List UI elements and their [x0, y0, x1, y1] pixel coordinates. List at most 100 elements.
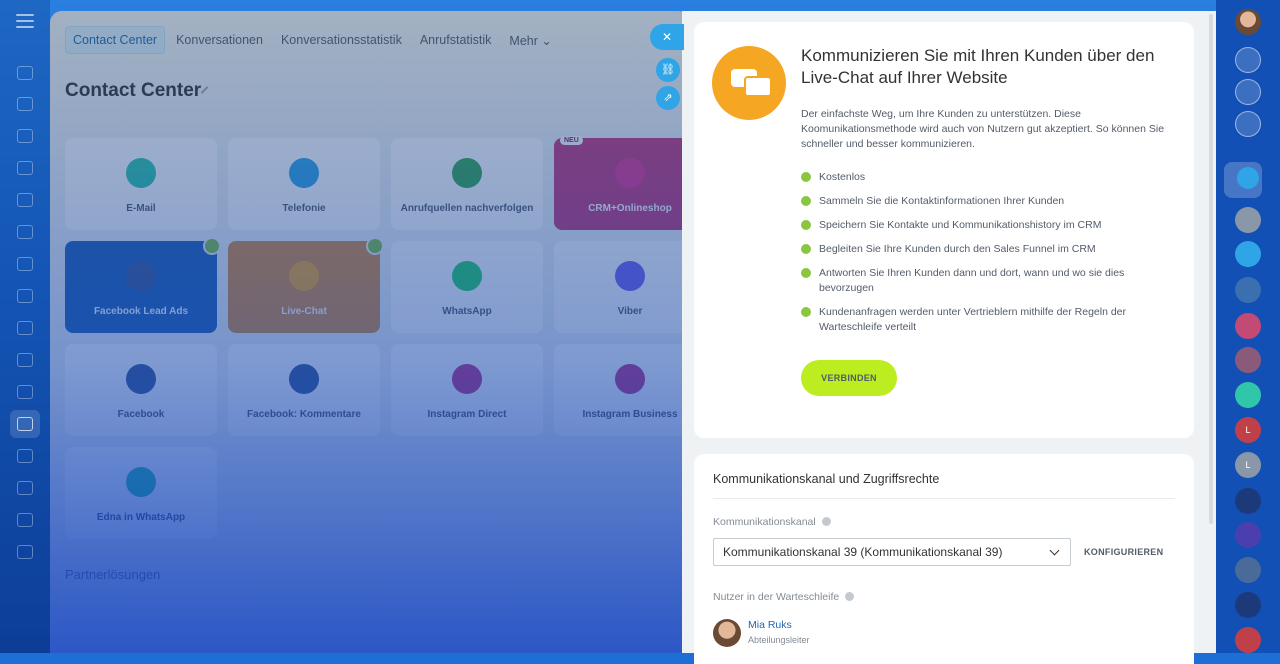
- configure-button[interactable]: KONFIGURIEREN: [1084, 547, 1163, 557]
- inventory-icon[interactable]: [17, 481, 33, 495]
- calendar-icon[interactable]: [17, 161, 33, 175]
- channel-tile[interactable]: Viber: [554, 241, 690, 333]
- channel-tile-label: Edna in WhatsApp: [96, 512, 186, 523]
- channel-tile[interactable]: CRM+Onlineshop NEU: [554, 136, 690, 230]
- channel-tile[interactable]: Edna in WhatsApp: [65, 447, 217, 539]
- mail-icon[interactable]: [17, 289, 33, 303]
- channel-tile-label: Facebook: Kommentare: [247, 409, 361, 420]
- live-chat-slider: Kommunizieren Sie mit Ihren Kunden über …: [682, 11, 1216, 664]
- facebook-icon: [126, 364, 156, 394]
- menu-icon[interactable]: [16, 14, 34, 32]
- page-title: Contact Center: [65, 80, 202, 101]
- feature-text: Antworten Sie Ihren Kunden dann und dort…: [819, 267, 1125, 294]
- connected-check-icon: [366, 237, 384, 255]
- instagram-business-icon: [615, 364, 645, 394]
- crm-icon[interactable]: [17, 257, 33, 271]
- lock-icon[interactable]: [1235, 207, 1261, 233]
- feed-icon[interactable]: [17, 97, 33, 111]
- channel-tile[interactable]: WhatsApp: [391, 241, 543, 333]
- channel-tile-label: Facebook Lead Ads: [93, 306, 189, 317]
- channel-tile[interactable]: Anrufquellen nachverfolgen: [391, 138, 543, 230]
- contact-avatar-letter[interactable]: L: [1235, 417, 1261, 443]
- feature-item: Begleiten Sie Ihre Kunden durch den Sale…: [801, 242, 1176, 257]
- employees-icon[interactable]: [17, 545, 33, 559]
- tasks-icon[interactable]: [17, 225, 33, 239]
- documents-icon[interactable]: [17, 193, 33, 207]
- connect-button[interactable]: VERBINDEN: [801, 360, 897, 396]
- search-chat-icon[interactable]: [1235, 111, 1261, 137]
- help-icon[interactable]: [821, 517, 831, 526]
- feature-text: Sammeln Sie die Kontaktinformationen Ihr…: [819, 195, 1065, 207]
- store-icon[interactable]: [17, 385, 33, 399]
- chat-icon[interactable]: [17, 129, 33, 143]
- contact-avatar[interactable]: [1235, 277, 1261, 303]
- feature-item: Kostenlos: [801, 170, 1176, 185]
- store-icon: [615, 158, 645, 188]
- tab-contact-center[interactable]: Contact Center: [65, 26, 166, 54]
- channel-tile[interactable]: Facebook Lead Ads: [65, 237, 221, 333]
- section-heading: Kommunikationskanal und Zugriffsrechte: [713, 472, 940, 486]
- connected-check-icon: [203, 237, 221, 255]
- feature-text: Begleiten Sie Ihre Kunden durch den Sale…: [819, 243, 1096, 255]
- queue-user-role: Abteilungsleiter: [748, 635, 810, 645]
- contact-avatar[interactable]: [1235, 522, 1261, 548]
- channel-tile[interactable]: Facebook: Kommentare: [228, 344, 380, 436]
- channel-select[interactable]: Kommunikationskanal 39 (Kommunikationska…: [713, 538, 1071, 566]
- copilot-icon[interactable]: [1235, 79, 1261, 105]
- tab-konversationsstatistik[interactable]: Konversationsstatistik: [274, 27, 409, 53]
- form-icon: [126, 261, 156, 291]
- slider-scrollbar[interactable]: [1209, 14, 1213, 524]
- contact-avatar[interactable]: [1235, 557, 1261, 583]
- contact-avatar[interactable]: [1235, 313, 1261, 339]
- instagram-icon: [452, 364, 482, 394]
- contact-avatar[interactable]: [1235, 488, 1261, 514]
- slider-close-icon[interactable]: ✕: [650, 24, 684, 50]
- contact-center-page: Contact Center Konversationen Konversati…: [50, 11, 690, 653]
- tab-anrufstatistik[interactable]: Anrufstatistik: [413, 27, 499, 53]
- sidebar-icon-1[interactable]: [17, 66, 33, 80]
- channel-tile[interactable]: Instagram Business: [554, 344, 690, 436]
- chat-group-avatar[interactable]: [1235, 241, 1261, 267]
- contact-avatar[interactable]: [1235, 627, 1261, 653]
- queue-label-text: Nutzer in der Warteschleife: [713, 591, 840, 603]
- notifications-icon[interactable]: [1235, 47, 1261, 73]
- tab-konversationen[interactable]: Konversationen: [169, 27, 270, 53]
- channel-tile[interactable]: E-Mail: [65, 138, 217, 230]
- channel-label-text: Kommunikationskanal: [713, 516, 816, 528]
- partner-heading: Partnerlösungen: [65, 567, 161, 582]
- analytics-icon[interactable]: [17, 449, 33, 463]
- check-icon: [801, 220, 811, 230]
- check-icon: [801, 268, 811, 278]
- contact-center-icon[interactable]: [17, 417, 33, 431]
- phone-icon: [289, 158, 319, 188]
- help-icon[interactable]: [845, 592, 855, 601]
- external-link-icon[interactable]: ⇗: [656, 86, 680, 110]
- channel-tile[interactable]: Facebook: [65, 344, 217, 436]
- groups-icon[interactable]: [17, 321, 33, 335]
- tab-mehr[interactable]: Mehr ⌄: [502, 27, 558, 54]
- live-chat-intro-card: Kommunizieren Sie mit Ihren Kunden über …: [694, 22, 1194, 438]
- channel-tile[interactable]: Instagram Direct: [391, 344, 543, 436]
- channel-tile[interactable]: Telefonie: [228, 138, 380, 230]
- intro-description: Der einfachste Weg, um Ihre Kunden zu un…: [801, 108, 1165, 150]
- queue-user-name[interactable]: Mia Ruks: [748, 619, 792, 631]
- copy-link-icon[interactable]: ⛓: [656, 58, 680, 82]
- user-avatar[interactable]: [1235, 9, 1261, 35]
- left-sidebar: [0, 0, 50, 653]
- top-navigation: Contact Center Konversationen Konversati…: [65, 26, 559, 54]
- contact-avatar-letter[interactable]: L: [1235, 452, 1261, 478]
- channel-tile[interactable]: Live-Chat: [228, 237, 384, 333]
- bookmark-icon[interactable]: [1237, 167, 1259, 189]
- feature-item: Kundenanfragen werden unter Vertrieblern…: [801, 305, 1176, 335]
- mail-icon: [126, 158, 156, 188]
- edna-icon: [126, 467, 156, 497]
- contact-avatar[interactable]: [1235, 382, 1261, 408]
- sites-icon[interactable]: [17, 353, 33, 367]
- channel-label: Kommunikationskanal: [713, 516, 831, 528]
- edit-icon[interactable]: [200, 86, 209, 94]
- channel-tile-label: WhatsApp: [442, 306, 492, 317]
- contact-avatar[interactable]: [1235, 347, 1261, 373]
- reports-icon[interactable]: [17, 513, 33, 527]
- contact-avatar[interactable]: [1235, 592, 1261, 618]
- check-icon: [801, 307, 811, 317]
